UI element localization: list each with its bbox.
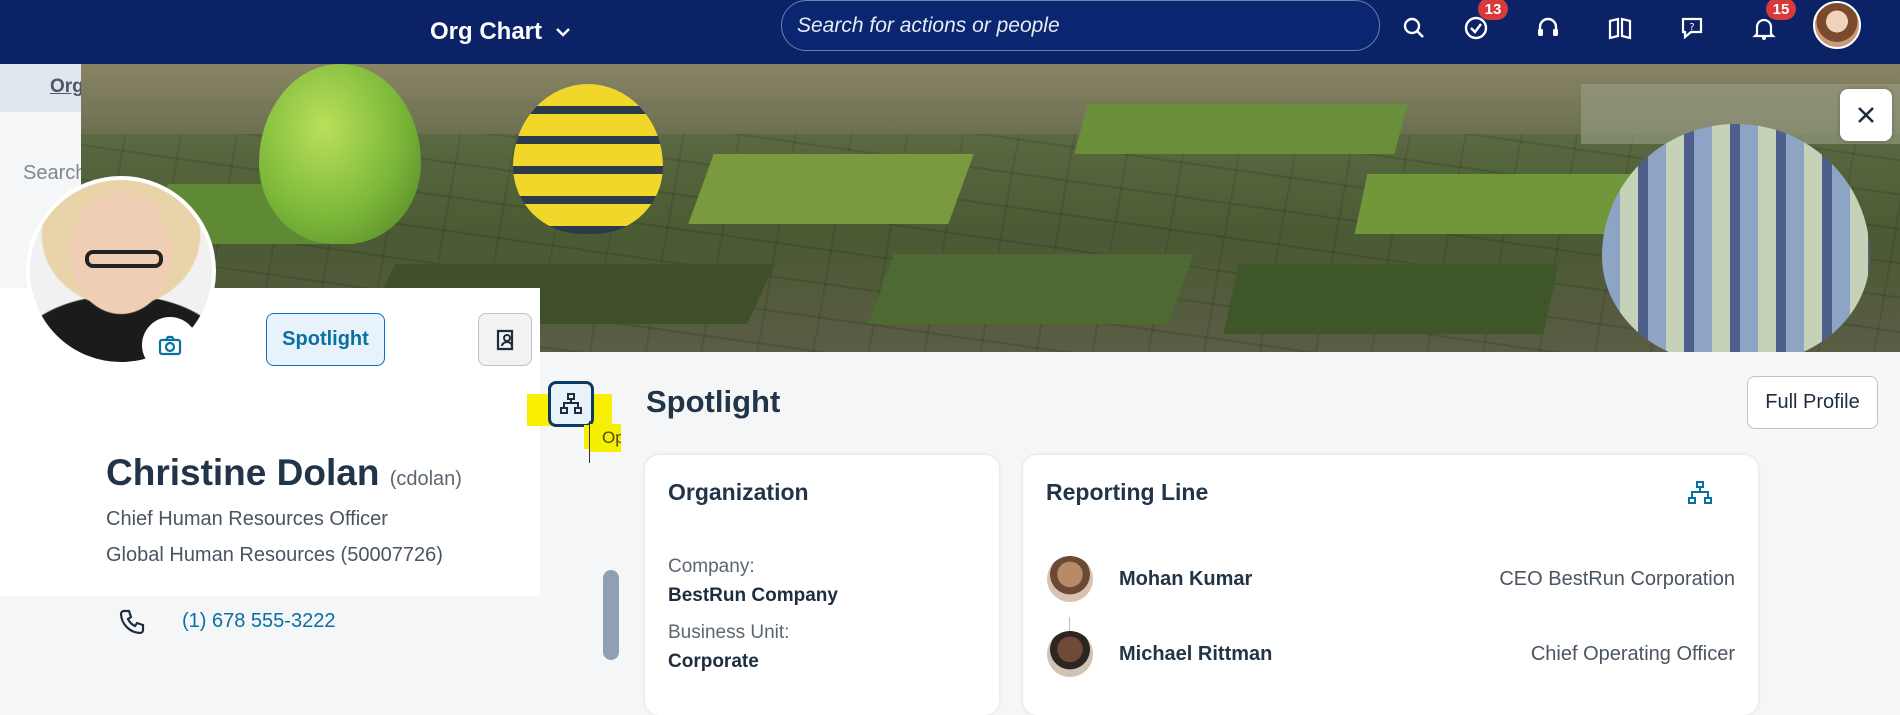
business-unit-value: Corporate — [668, 651, 759, 672]
open-org-chart-button[interactable] — [548, 381, 594, 427]
profile-name-text: Christine Dolan — [106, 452, 380, 493]
profile-panel-scrollbar[interactable] — [603, 570, 619, 660]
reporting-line-card: Reporting Line Mohan Kumar CEO BestRun C… — [1023, 455, 1758, 715]
company-value: BestRun Company — [668, 585, 838, 606]
notification-badge: 15 — [1766, 0, 1796, 20]
reporting-person-name[interactable]: Mohan Kumar — [1119, 568, 1252, 591]
search-button[interactable] — [1396, 10, 1432, 46]
spotlight-button[interactable]: Spotlight — [266, 313, 385, 366]
person-card-icon — [496, 329, 514, 350]
app-title-menu[interactable]: Org Chart — [430, 12, 572, 52]
organization-card-title: Organization — [668, 479, 809, 505]
chat-help-icon: ? — [1681, 17, 1703, 40]
photo-glasses — [85, 250, 163, 268]
org-chart-icon[interactable] — [1686, 479, 1714, 507]
app-title: Org Chart — [430, 18, 543, 45]
reporting-line-title: Reporting Line — [1046, 479, 1209, 505]
open-book-icon — [1608, 17, 1632, 40]
chevron-down-icon — [556, 28, 570, 37]
profile-user-id: (cdolan) — [389, 468, 462, 490]
background-tab[interactable]: Org — [50, 76, 84, 98]
phone-link[interactable]: (1) 678 555-3222 — [182, 610, 335, 633]
profile-job-title: Chief Human Resources Officer — [106, 508, 388, 530]
reporting-person-name[interactable]: Michael Rittman — [1119, 643, 1272, 666]
section-title: Spotlight — [646, 384, 781, 419]
reporting-person-role: Chief Operating Officer — [1530, 643, 1735, 665]
global-search-input[interactable] — [797, 13, 1379, 38]
background-search-label: Search — [23, 162, 87, 184]
blue-balloon — [1602, 124, 1870, 352]
global-search-field[interactable] — [781, 0, 1380, 51]
business-unit-label: Business Unit: — [668, 622, 790, 643]
shell-bar: Org Chart 13 ? 15 — [0, 0, 1900, 64]
profile-department: Global Human Resources (50007726) — [106, 544, 443, 566]
phone-icon — [119, 609, 145, 635]
todo-badge: 13 — [1478, 0, 1508, 20]
search-icon — [1403, 17, 1424, 38]
full-profile-button[interactable]: Full Profile — [1747, 376, 1878, 429]
reporting-person-role: CEO BestRun Corporation — [1499, 568, 1735, 590]
camera-icon — [158, 335, 182, 356]
user-avatar[interactable] — [1813, 1, 1861, 49]
support-button[interactable] — [1530, 10, 1566, 46]
guided-tour-button[interactable] — [1602, 10, 1638, 46]
close-dialog-button[interactable] — [1840, 89, 1892, 141]
contact-card-button[interactable] — [478, 313, 532, 366]
notifications-button[interactable]: 15 — [1746, 0, 1796, 46]
svg-text:?: ? — [1689, 22, 1694, 33]
avatar[interactable] — [1047, 631, 1093, 677]
todo-button[interactable]: 13 — [1458, 0, 1508, 46]
org-chart-icon — [560, 393, 582, 414]
profile-name: Christine Dolan (cdolan) — [106, 452, 462, 494]
company-label: Company: — [668, 556, 755, 577]
feedback-button[interactable]: ? — [1674, 10, 1710, 46]
avatar[interactable] — [1047, 556, 1093, 602]
organization-card: Organization Company: BestRun Company Bu… — [645, 455, 999, 715]
change-photo-button[interactable] — [142, 317, 198, 373]
close-icon — [1858, 107, 1874, 123]
headset-icon — [1538, 17, 1558, 36]
